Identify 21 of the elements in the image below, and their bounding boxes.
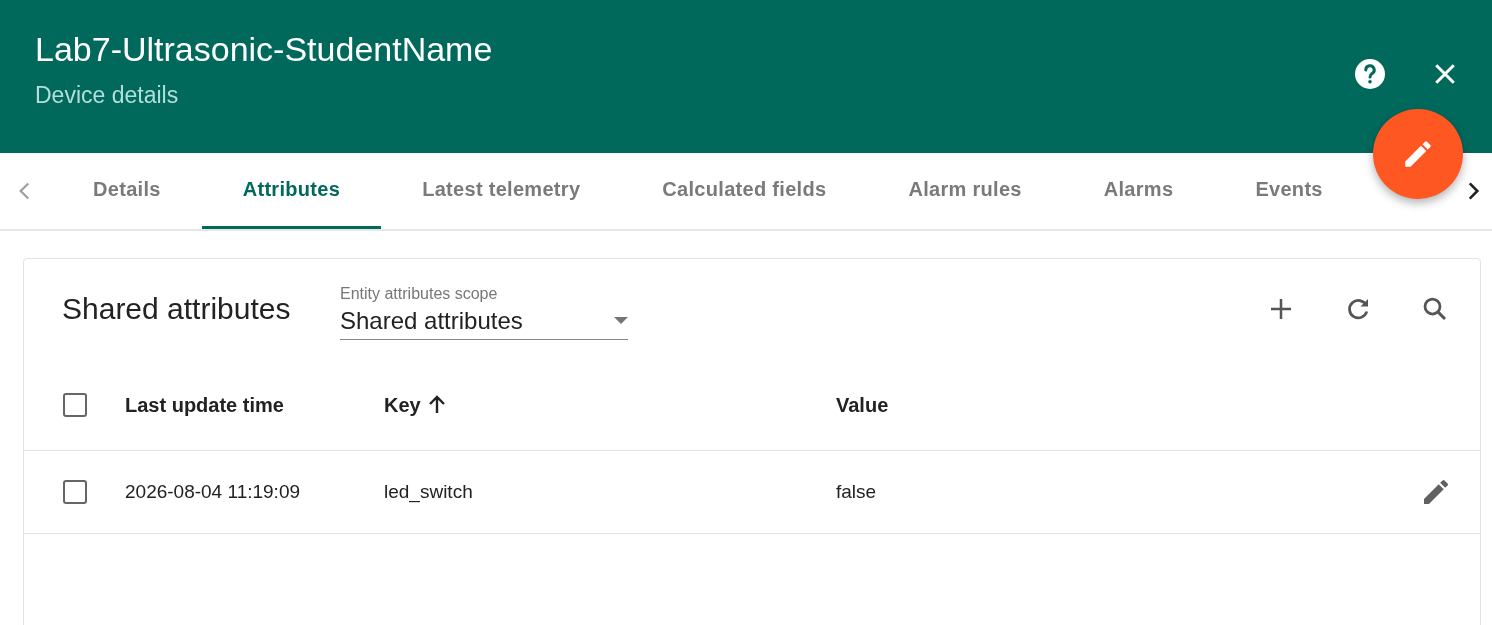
edit-button[interactable]: [1373, 109, 1463, 199]
tab[interactable]: Alarms: [1062, 153, 1215, 229]
scope-select[interactable]: Entity attributes scope Shared attributes: [340, 284, 628, 340]
column-header[interactable]: Key: [384, 393, 421, 417]
panel-title: Shared attributes: [62, 292, 292, 326]
table-cell: 2026-08-04 11:19:09: [125, 481, 301, 503]
tab[interactable]: Details: [52, 153, 202, 229]
table-cell: false: [836, 481, 877, 503]
tab[interactable]: Calculated fields: [621, 153, 868, 229]
tab[interactable]: Attributes: [201, 153, 382, 229]
table-cell: led_switch: [384, 481, 473, 503]
select-all-checkbox[interactable]: [62, 393, 87, 417]
tab[interactable]: Alarm rules: [867, 153, 1063, 229]
tab[interactable]: Latest telemetry: [381, 153, 622, 229]
tab[interactable]: Events: [1214, 153, 1331, 229]
page-title: Lab7-Ultrasonic-StudentName: [35, 29, 493, 70]
column-header[interactable]: Last update time: [125, 393, 284, 417]
row-checkbox[interactable]: [62, 480, 87, 504]
caret-icon[interactable]: [614, 317, 628, 324]
column-header[interactable]: Value: [836, 393, 889, 417]
page-subtitle: Device details: [35, 82, 180, 109]
